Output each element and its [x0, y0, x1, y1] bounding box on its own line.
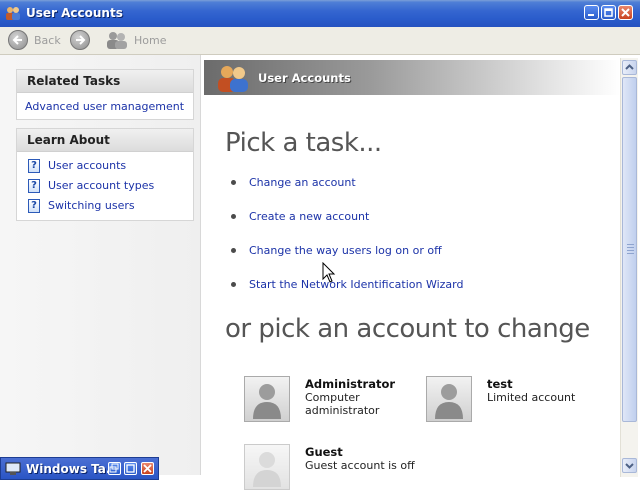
window-title: User Accounts — [26, 6, 123, 20]
task-create-account[interactable]: Create a new account — [228, 209, 528, 225]
link-switching-users[interactable]: ? Switching users — [17, 196, 193, 216]
user-avatar-icon[interactable] — [244, 444, 290, 490]
task-change-account[interactable]: Change an account — [228, 175, 528, 191]
scroll-down-button[interactable] — [622, 458, 637, 473]
scroll-thumb[interactable] — [622, 77, 637, 422]
account-type: Computer administrator — [305, 391, 380, 417]
task-change-logon[interactable]: Change the way users log on or off — [228, 243, 528, 259]
users-icon — [6, 7, 20, 20]
link-advanced-user-management[interactable]: Advanced user management — [17, 97, 193, 117]
mouse-cursor-icon — [322, 262, 336, 283]
home-users-icon — [107, 32, 127, 49]
account-name[interactable]: test — [487, 377, 513, 391]
help-icon: ? — [28, 199, 40, 213]
scroll-up-button[interactable] — [622, 60, 637, 75]
restore-icon — [109, 463, 119, 473]
title-bar: User Accounts — [0, 0, 640, 27]
close-icon — [621, 8, 630, 17]
home-label: Home — [134, 33, 167, 47]
help-icon: ? — [28, 159, 40, 173]
chevron-down-icon — [625, 463, 634, 469]
left-task-pane: Related Tasks Advanced user management L… — [0, 55, 204, 475]
back-label: Back — [34, 33, 61, 47]
learn-about-header: Learn About — [17, 129, 193, 152]
task-network-wizard[interactable]: Start the Network Identification Wizard — [228, 277, 528, 293]
back-button[interactable]: Back — [8, 29, 61, 51]
taskbar-label: Windows Ta... — [26, 462, 120, 476]
account-name[interactable]: Guest — [305, 445, 343, 459]
account-test[interactable]: test Limited account — [426, 376, 596, 436]
account-type: Guest account is off — [305, 459, 415, 472]
close-button[interactable] — [618, 5, 633, 20]
taskbar-close-button[interactable] — [141, 462, 154, 475]
maximize-button[interactable] — [601, 5, 616, 20]
minimize-icon — [588, 14, 594, 16]
related-tasks-panel: Related Tasks Advanced user management — [16, 69, 194, 120]
forward-button[interactable] — [70, 29, 90, 51]
minimize-button[interactable] — [584, 5, 599, 20]
main-content: User Accounts Pick a task... Change an a… — [204, 55, 620, 490]
pick-account-heading: or pick an account to change — [225, 314, 590, 344]
link-user-accounts[interactable]: ? User accounts — [17, 156, 193, 176]
account-guest[interactable]: Guest Guest account is off — [244, 444, 415, 504]
maximize-icon — [604, 8, 613, 17]
link-user-account-types[interactable]: ? User account types — [17, 176, 193, 196]
navigation-toolbar: Back Home — [0, 27, 640, 55]
account-type: Limited account — [487, 391, 576, 404]
taskbar-windows-task-manager[interactable]: Windows Ta... — [0, 457, 159, 480]
taskbar-restore-button[interactable] — [108, 462, 121, 475]
taskbar-maximize-button[interactable] — [124, 462, 137, 475]
computer-icon — [5, 462, 21, 475]
user-avatar-icon[interactable] — [426, 376, 472, 422]
maximize-icon — [126, 464, 135, 473]
learn-about-panel: Learn About ? User accounts ? User accou… — [16, 128, 194, 221]
user-avatar-icon[interactable] — [244, 376, 290, 422]
help-icon: ? — [28, 179, 40, 193]
chevron-up-icon — [625, 64, 634, 70]
account-administrator[interactable]: Administrator Computer administrator — [244, 376, 414, 436]
pick-task-heading: Pick a task... — [225, 128, 382, 158]
vertical-scrollbar[interactable] — [620, 58, 638, 477]
user-accounts-icon — [218, 66, 248, 92]
account-name[interactable]: Administrator — [305, 377, 395, 391]
home-button[interactable]: Home — [106, 29, 166, 51]
close-icon — [143, 464, 152, 473]
content-header: User Accounts — [204, 60, 620, 95]
back-arrow-icon — [8, 30, 28, 50]
content-header-title: User Accounts — [258, 71, 351, 85]
related-tasks-header: Related Tasks — [17, 70, 193, 93]
forward-arrow-icon — [70, 30, 90, 50]
